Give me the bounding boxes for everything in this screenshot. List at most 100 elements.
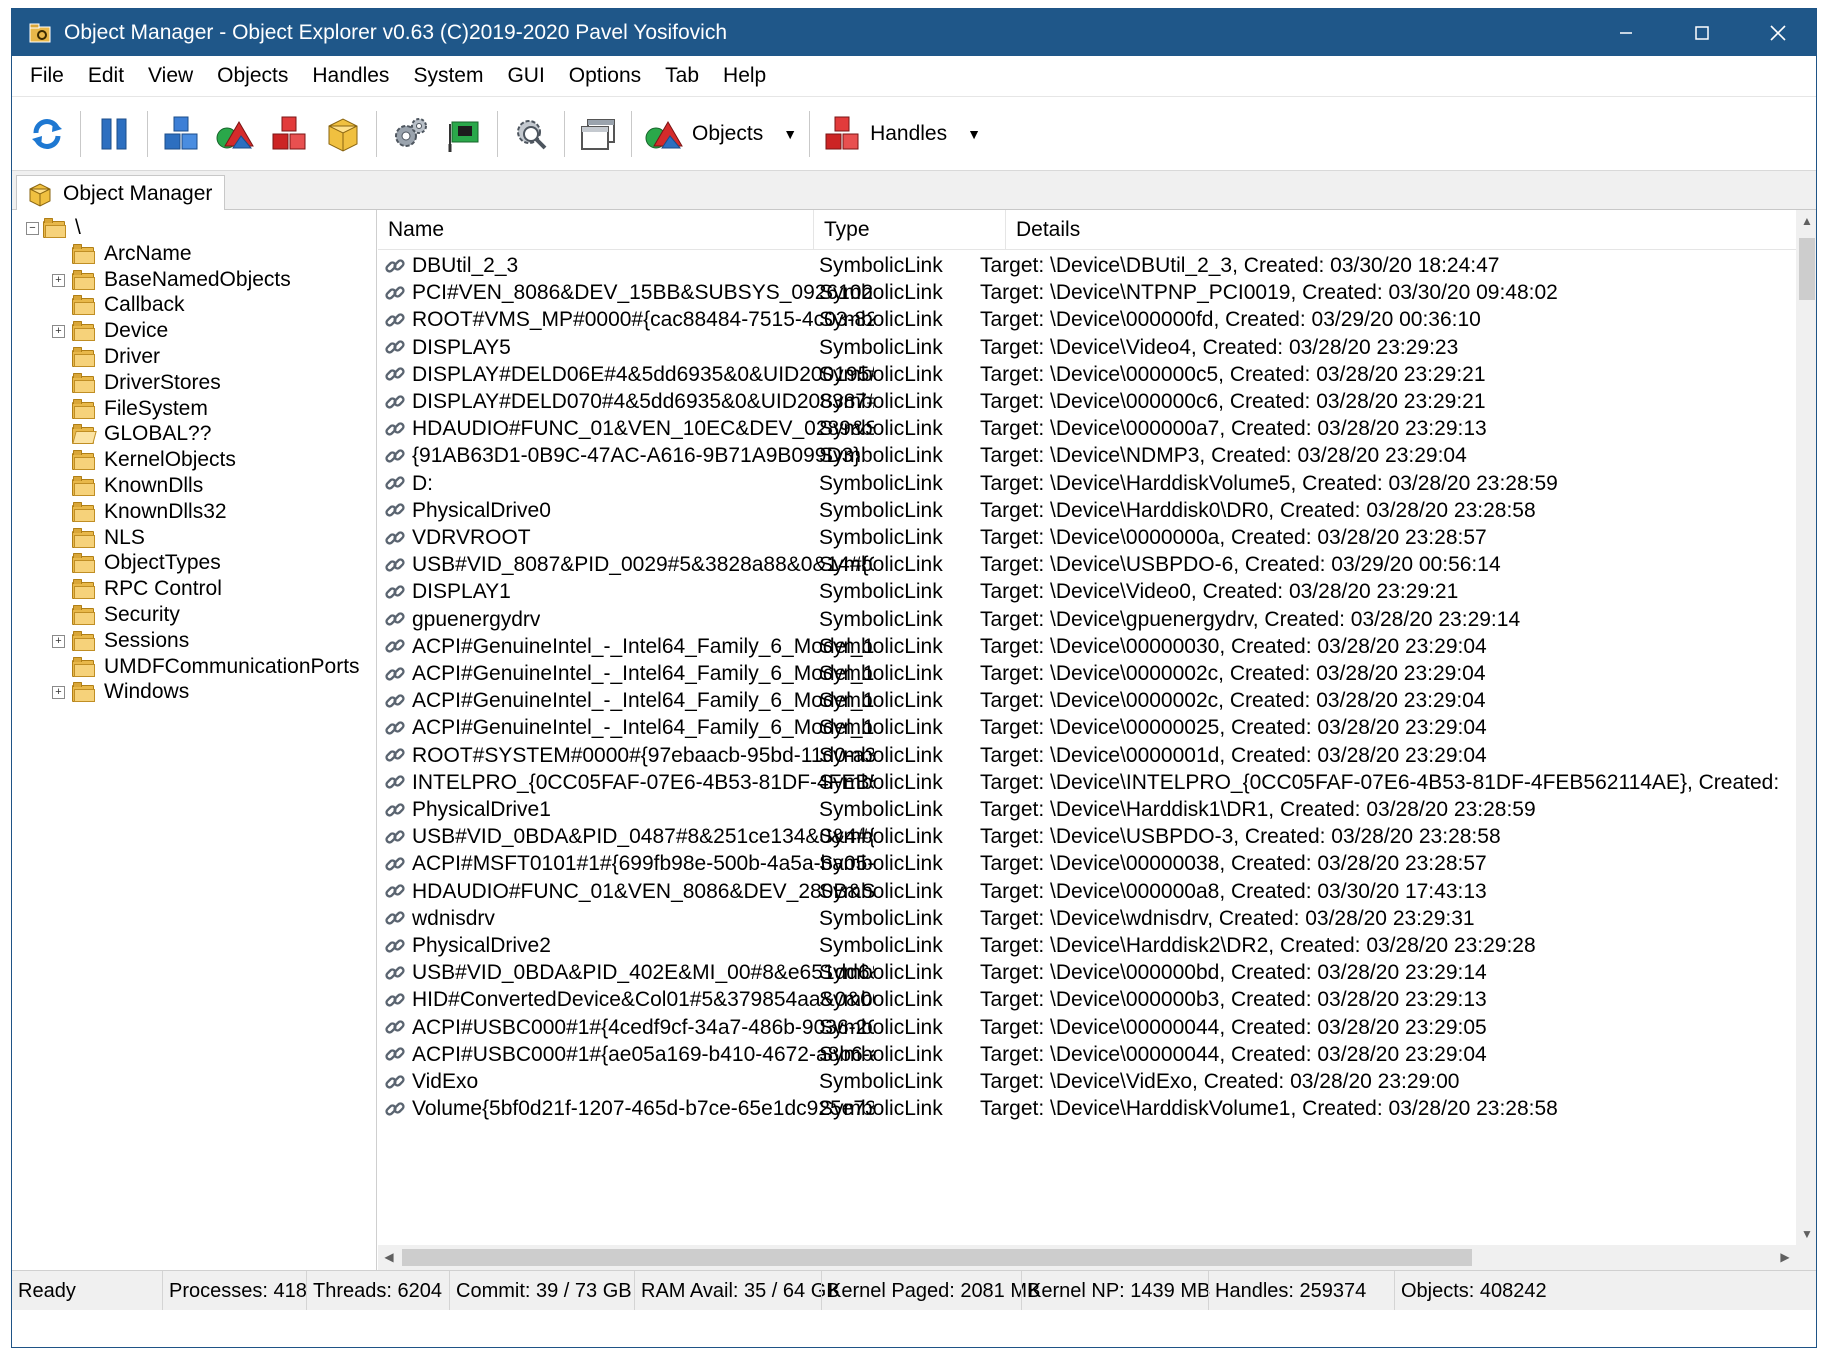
table-row[interactable]: ACPI#GenuineIntel_-_Intel64_Family_6_Mod… bbox=[378, 633, 1796, 660]
tree-item-label: NLS bbox=[104, 525, 145, 549]
toolbar-separator bbox=[147, 110, 148, 157]
object-tree[interactable]: − \ ArcName + BaseNamedObjects Callback + Dev… bbox=[12, 210, 377, 1270]
menu-objects[interactable]: Objects bbox=[205, 56, 300, 96]
table-row[interactable]: DISPLAY5 SymbolicLink Target: \Device\Vide… bbox=[378, 334, 1796, 361]
table-row[interactable]: ACPI#USBC000#1#{4cedf9cf-34a7-486b-9036-… bbox=[378, 1014, 1796, 1041]
table-row[interactable]: gpuenergydrv SymbolicLink Target: \Device\… bbox=[378, 606, 1796, 633]
column-header-name[interactable]: Name bbox=[378, 210, 814, 250]
windows-button[interactable] bbox=[575, 108, 621, 160]
table-row[interactable]: DISPLAY1 SymbolicLink Target: \Device\Vide… bbox=[378, 578, 1796, 605]
expand-icon[interactable]: + bbox=[52, 634, 65, 648]
refresh-button[interactable] bbox=[24, 108, 70, 160]
menu-tab[interactable]: Tab bbox=[653, 56, 711, 96]
title-bar[interactable]: Object Manager - Object Explorer v0.63 (… bbox=[12, 9, 1816, 56]
tab-object-manager[interactable]: Object Manager bbox=[16, 175, 226, 212]
table-row[interactable]: PhysicalDrive0 SymbolicLink Target: \Devic… bbox=[378, 497, 1796, 524]
toolbar-separator bbox=[497, 110, 498, 157]
table-row[interactable]: D: SymbolicLink Target: \Device\HarddiskVo… bbox=[378, 470, 1796, 497]
close-button[interactable] bbox=[1740, 9, 1816, 56]
devices-button[interactable] bbox=[441, 108, 487, 160]
table-row[interactable]: ACPI#GenuineIntel_-_Intel64_Family_6_Mod… bbox=[378, 714, 1796, 741]
expand-icon[interactable]: + bbox=[52, 273, 65, 287]
symbolic-link-icon bbox=[384, 771, 406, 793]
object-manager-button[interactable] bbox=[320, 108, 366, 160]
table-row[interactable]: USB#VID_0BDA&PID_402E&MI_00#8&e651dd6&0.… bbox=[378, 959, 1796, 986]
objects-dropdown-button[interactable]: Objects ▼ bbox=[638, 108, 803, 160]
expand-icon[interactable]: + bbox=[52, 325, 65, 339]
handles-dropdown-button[interactable]: Handles ▼ bbox=[816, 108, 987, 160]
menu-gui[interactable]: GUI bbox=[495, 56, 556, 96]
vertical-scrollbar[interactable]: ▲ ▼ bbox=[1796, 210, 1816, 1245]
scroll-down-icon[interactable]: ▼ bbox=[1796, 1223, 1816, 1245]
symbolic-link-icon bbox=[384, 663, 406, 685]
cell-name: USB#VID_8087&PID_0029#5&3828a88&0&14#{08… bbox=[384, 551, 874, 578]
chevron-down-icon[interactable]: ▼ bbox=[967, 126, 981, 142]
scroll-left-icon[interactable]: ◀ bbox=[378, 1245, 400, 1270]
symbolic-link-icon bbox=[384, 554, 406, 576]
tree-item-label: ArcName bbox=[104, 241, 192, 265]
table-row[interactable]: PhysicalDrive1 SymbolicLink Target: \Devic… bbox=[378, 796, 1796, 823]
pause-button[interactable] bbox=[91, 108, 137, 160]
cell-name: DBUtil_2_3 bbox=[384, 252, 874, 279]
menu-system[interactable]: System bbox=[401, 56, 495, 96]
red-objects-button[interactable] bbox=[266, 108, 312, 160]
tree-item-label: ObjectTypes bbox=[104, 551, 221, 575]
tree-item[interactable]: + Windows bbox=[52, 677, 189, 707]
tree-item-label: Driver bbox=[104, 345, 160, 368]
table-row[interactable]: HDAUDIO#FUNC_01&VEN_8086&DEV_280B&SUBS..… bbox=[378, 878, 1796, 905]
maximize-button[interactable] bbox=[1664, 9, 1740, 56]
column-header-type[interactable]: Type bbox=[814, 210, 1006, 250]
cell-name-text: ACPI#USBC000#1#{4cedf9cf-34a7-486b-9036-… bbox=[412, 1015, 874, 1039]
chevron-down-icon[interactable]: ▼ bbox=[783, 126, 797, 142]
table-row[interactable]: VidExo SymbolicLink Target: \Device\VidExo… bbox=[378, 1068, 1796, 1095]
menu-file[interactable]: File bbox=[18, 56, 76, 96]
table-row[interactable]: USB#VID_0BDA&PID_0487#8&251ce134&0&4#{f1… bbox=[378, 823, 1796, 850]
tree-item-label: FileSystem bbox=[104, 396, 208, 420]
scroll-thumb[interactable] bbox=[1799, 238, 1815, 300]
table-row[interactable]: ROOT#SYSTEM#0000#{97ebaacb-95bd-11d0-a3e… bbox=[378, 742, 1796, 769]
table-row[interactable]: ACPI#USBC000#1#{ae05a169-b410-4672-a8b6-… bbox=[378, 1041, 1796, 1068]
table-row[interactable]: VDRVROOT SymbolicLink Target: \Device\0000… bbox=[378, 524, 1796, 551]
table-row[interactable]: wdnisdrv SymbolicLink Target: \Device\wdni… bbox=[378, 905, 1796, 932]
table-row[interactable]: ACPI#MSFT0101#1#{699fb98e-500b-4a5a-ba05… bbox=[378, 850, 1796, 877]
table-row[interactable]: INTELPRO_{0CC05FAF-07E6-4B53-81DF-4FEB56… bbox=[378, 769, 1796, 796]
menu-help[interactable]: Help bbox=[711, 56, 778, 96]
gold-box-icon bbox=[328, 117, 358, 152]
collapse-icon[interactable]: − bbox=[26, 221, 39, 235]
horizontal-scrollbar[interactable]: ◀ ▶ bbox=[378, 1245, 1816, 1270]
minimize-button[interactable] bbox=[1588, 9, 1664, 56]
table-row[interactable]: USB#VID_8087&PID_0029#5&3828a88&0&14#{08… bbox=[378, 551, 1796, 578]
scroll-thumb-horizontal[interactable] bbox=[402, 1249, 1472, 1266]
cell-details: Target: \Device\00000030, Created: 03/28… bbox=[980, 634, 1487, 658]
table-row[interactable]: DBUtil_2_3 SymbolicLink Target: \Device\DB… bbox=[378, 252, 1796, 279]
cell-name-text: HDAUDIO#FUNC_01&VEN_8086&DEV_280B&SUBS..… bbox=[412, 879, 874, 903]
table-row[interactable]: DISPLAY#DELD070#4&5dd6935&0&UID208387#{8… bbox=[378, 388, 1796, 415]
status-threads: Threads: 6204 bbox=[306, 1271, 449, 1311]
table-row[interactable]: HID#ConvertedDevice&Col01#5&379854aa&0&0… bbox=[378, 986, 1796, 1013]
column-header-details[interactable]: Details bbox=[1006, 210, 1796, 250]
menu-options[interactable]: Options bbox=[557, 56, 653, 96]
table-row[interactable]: ACPI#GenuineIntel_-_Intel64_Family_6_Mod… bbox=[378, 660, 1796, 687]
object-list[interactable]: Name Type Details DBUtil_2_3 SymbolicLink… bbox=[378, 210, 1816, 1270]
expand-icon[interactable]: + bbox=[52, 686, 65, 700]
table-row[interactable]: PhysicalDrive2 SymbolicLink Target: \Devic… bbox=[378, 932, 1796, 959]
table-row[interactable]: ROOT#VMS_MP#0000#{cac88484-7515-4c03-82e… bbox=[378, 306, 1796, 333]
table-row[interactable]: Volume{5bf0d21f-1207-465d-b7ce-65e1dc925… bbox=[378, 1095, 1796, 1122]
settings-button[interactable] bbox=[508, 108, 554, 160]
menu-view[interactable]: View bbox=[136, 56, 205, 96]
tree-item-label: Callback bbox=[104, 293, 185, 317]
scroll-right-icon[interactable]: ▶ bbox=[1774, 1245, 1796, 1270]
table-row[interactable]: ACPI#GenuineIntel_-_Intel64_Family_6_Mod… bbox=[378, 687, 1796, 714]
services-button[interactable] bbox=[387, 108, 433, 160]
table-row[interactable]: HDAUDIO#FUNC_01&VEN_10EC&DEV_0289&SUB...… bbox=[378, 415, 1796, 442]
table-row[interactable]: PCI#VEN_8086&DEV_15BB&SUBSYS_09261028&RE… bbox=[378, 279, 1796, 306]
menu-edit[interactable]: Edit bbox=[76, 56, 136, 96]
table-row[interactable]: {91AB63D1-0B9C-47AC-A616-9B71A9B099D3} Sy… bbox=[378, 442, 1796, 469]
scroll-up-icon[interactable]: ▲ bbox=[1796, 210, 1816, 232]
table-row[interactable]: DISPLAY#DELD06E#4&5dd6935&0&UID200195#{8… bbox=[378, 361, 1796, 388]
app-icon bbox=[28, 21, 52, 45]
toolbar-separator bbox=[809, 110, 811, 157]
menu-handles[interactable]: Handles bbox=[300, 56, 401, 96]
shapes-button[interactable] bbox=[212, 108, 258, 160]
blue-objects-button[interactable] bbox=[158, 108, 204, 160]
